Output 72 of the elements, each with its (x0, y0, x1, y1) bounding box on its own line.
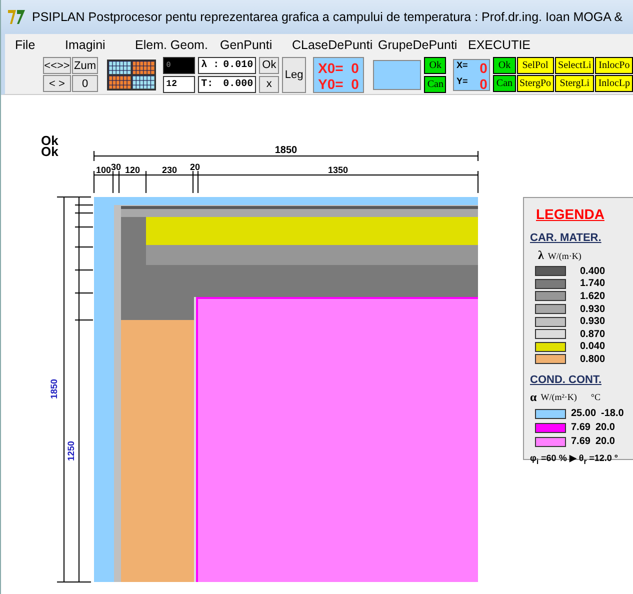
menu-item[interactable]: Elem. Geom. (135, 38, 220, 52)
conductivity-value: 0.800 (580, 354, 606, 365)
dimension-label: 30 (111, 162, 121, 172)
alpha-symbol: α (530, 390, 537, 405)
action-button[interactable]: SelectLi (555, 57, 594, 74)
menu-item[interactable]: GenPunti (220, 38, 292, 52)
x-value: 0 (480, 60, 488, 76)
action-button[interactable]: StergLi (555, 75, 594, 92)
temperature-value: 20.0 (595, 422, 615, 434)
lambda-field[interactable]: λ : 0.010 (198, 56, 256, 74)
status-text: Ok (41, 135, 58, 146)
y-label: Y= (456, 76, 468, 88)
cancel-button[interactable]: Can (424, 76, 446, 92)
menu-item[interactable]: Imagini (65, 38, 135, 52)
window-title: PSIPLAN Postprocesor pentu reprezentarea grafica a campului de temperatura : Prof.dr.ing. Ioan MOGA & (32, 10, 623, 24)
nav-button[interactable]: <<>> (43, 57, 71, 74)
coefficient-value: 25.00 (571, 408, 596, 420)
cancel-button[interactable]: x (259, 76, 280, 92)
color-preview (372, 60, 422, 90)
nav-button[interactable]: < > (43, 75, 71, 92)
action-button[interactable]: Can (493, 75, 516, 92)
unit-label: W/(m²·K) (540, 392, 577, 402)
dimension-label: 120 (124, 165, 140, 175)
conductivity-value: 0.930 (580, 316, 606, 328)
grid-view-icon[interactable] (107, 58, 156, 92)
status-text: Ok (41, 146, 58, 157)
x-label: X= (456, 60, 468, 72)
menu-item[interactable]: CLaseDePunti (292, 38, 378, 52)
temperature-field[interactable]: T: 0.000 (198, 76, 256, 92)
legend-title: LEGENDA (536, 206, 606, 222)
legend-button[interactable]: Leg (282, 56, 306, 92)
y-value: 0 (480, 76, 488, 92)
humidity-note: φ$_{i}$ =60 % ▶ θ$_{r}$ =12.0 ° (530, 452, 619, 466)
y0-readout: Y0= 0 (318, 76, 359, 92)
lambda-symbol: λ (538, 248, 544, 263)
conductivity-value: 1.620 (580, 290, 606, 302)
app-logo-icon (7, 8, 27, 26)
section-title: COND. CONT. (530, 374, 602, 386)
nav-button[interactable]: 0 (72, 75, 98, 92)
color-field[interactable]: 0 (163, 56, 196, 74)
temperature-value: 20.0 (595, 436, 615, 448)
menu-item[interactable]: File (15, 38, 65, 52)
unit-label: °C (590, 392, 600, 402)
section-title: CAR. MATER. (530, 232, 602, 244)
conductivity-value: 1.740 (580, 278, 606, 290)
menu-item[interactable]: GrupeDePunti (378, 38, 468, 52)
x0-readout: X0= 0 (318, 60, 359, 76)
action-button[interactable]: SelPol (516, 57, 554, 74)
conductivity-value: 0.930 (580, 304, 606, 315)
conductivity-value: 0.870 (580, 328, 606, 340)
temperature-value: -18.0 (601, 408, 624, 420)
ok-button[interactable]: Ok (259, 56, 280, 74)
coefficient-value: 7.69 (571, 422, 590, 434)
action-button[interactable]: InlocLp (595, 75, 633, 92)
action-button[interactable]: InlocPo (595, 57, 633, 74)
action-button[interactable]: StergPo (516, 75, 554, 92)
conductivity-value: 0.040 (580, 341, 606, 352)
dimension-label: 1850 (49, 378, 59, 400)
dimension-label: 1850 (274, 145, 298, 156)
dimension-label: 1350 (328, 165, 348, 175)
dimension-label: 100 (96, 165, 112, 175)
dimension-label: 20 (190, 162, 200, 172)
menu-item[interactable]: EXECUTIE (468, 38, 548, 52)
action-button[interactable]: Ok (493, 57, 516, 74)
dimension-label: 230 (162, 165, 178, 175)
coefficient-value: 7.69 (571, 436, 590, 448)
conductivity-value: 0.400 (580, 266, 606, 277)
dimension-label: 1250 (66, 440, 76, 462)
ok-button[interactable]: Ok (424, 56, 446, 74)
size-field[interactable]: 12 (163, 76, 196, 92)
unit-label: W/(m·K) (548, 250, 582, 260)
nav-button[interactable]: Zum (72, 57, 98, 74)
